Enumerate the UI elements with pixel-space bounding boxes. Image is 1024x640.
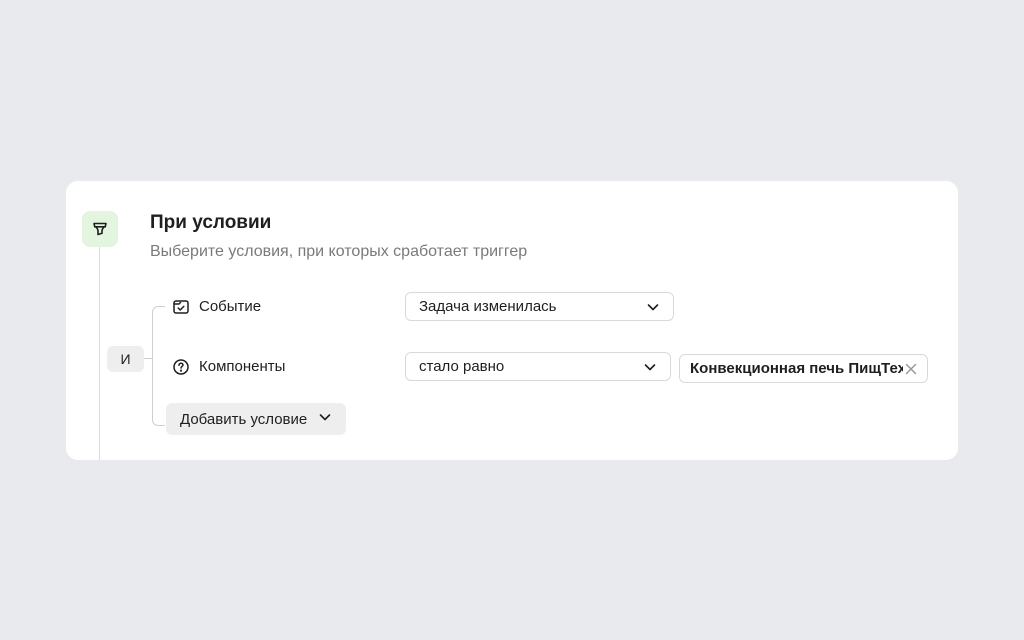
question-circle-icon: [172, 358, 190, 376]
timeline-line: [99, 247, 100, 460]
condition-label-components: Компоненты: [199, 358, 286, 375]
add-condition-button[interactable]: Добавить условие: [166, 403, 346, 435]
component-value-token[interactable]: Конвекционная печь ПищТех: [679, 354, 928, 383]
section-subtitle: Выберите условия, при которых сработает …: [150, 243, 528, 260]
chevron-down-icon: [642, 359, 658, 375]
event-select-value: Задача изменилась: [419, 298, 557, 315]
condition-group-bracket: [152, 306, 165, 426]
logical-operator-badge[interactable]: И: [107, 346, 144, 372]
condition-label-event: Событие: [199, 298, 262, 315]
operator-select[interactable]: стало равно: [405, 352, 671, 381]
close-icon[interactable]: [903, 361, 919, 377]
chevron-down-icon: [318, 410, 332, 428]
event-select[interactable]: Задача изменилась: [405, 292, 674, 321]
operator-select-value: стало равно: [419, 358, 505, 375]
trigger-condition-card: При условии Выберите условия, при которы…: [66, 181, 958, 460]
component-value-text: Конвекционная печь ПищТех: [690, 360, 903, 377]
add-condition-label: Добавить условие: [180, 410, 308, 428]
chevron-down-icon: [645, 299, 661, 315]
bracket-connector: [144, 358, 152, 359]
filter-icon: [82, 211, 118, 247]
section-title: При условии: [150, 212, 272, 233]
calendar-check-icon: [172, 298, 190, 316]
